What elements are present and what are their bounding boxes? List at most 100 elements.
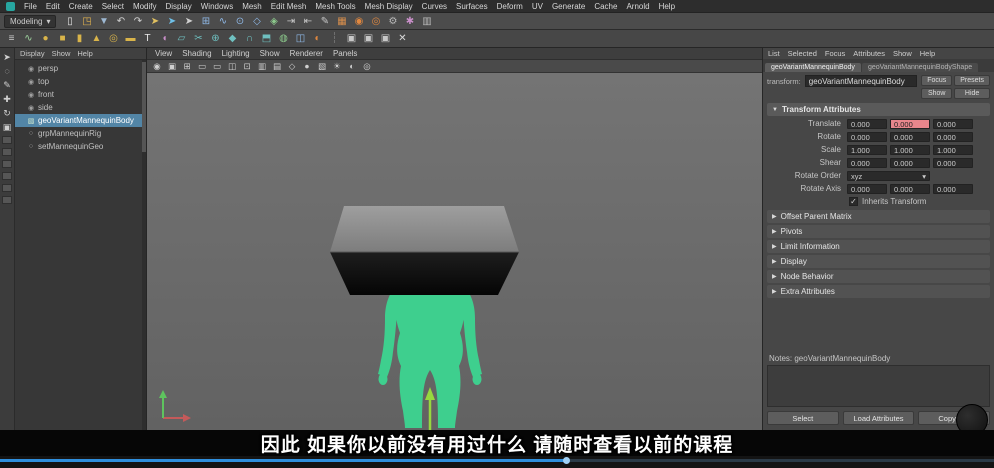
outliner-item-geovariantmannequinbody[interactable]: ▧ geoVariantMannequinBody — [15, 114, 146, 127]
video-playhead[interactable] — [562, 457, 570, 464]
menu-item[interactable]: Modify — [133, 2, 157, 11]
show-button[interactable]: Show — [921, 88, 953, 99]
attribute-editor-menu-item[interactable]: Help — [920, 49, 935, 58]
menu-item[interactable]: Create — [69, 2, 93, 11]
vp-gate-mask-icon[interactable]: ◫ — [226, 61, 238, 72]
multi-cut-icon[interactable]: ✂ — [191, 31, 206, 46]
scale-y-field[interactable]: 1.000 — [890, 144, 930, 155]
poly-torus-icon[interactable]: ◎ — [106, 31, 121, 46]
cube-head[interactable] — [330, 206, 519, 295]
layout-shortcut-single[interactable] — [2, 136, 12, 144]
ae-tab-transform[interactable]: geoVariantMannequinBody — [765, 63, 861, 72]
vp-grid-icon[interactable]: ⊞ — [181, 61, 193, 72]
construction-history-icon[interactable]: ✎ — [317, 14, 332, 29]
undo-icon[interactable]: ↶ — [113, 14, 128, 29]
move-manipulator-y-axis-icon[interactable] — [425, 387, 435, 430]
menu-item[interactable]: UV — [532, 2, 543, 11]
menu-item[interactable]: Curves — [422, 2, 447, 11]
close-icon[interactable]: ✕ — [395, 31, 410, 46]
menu-item[interactable]: Windows — [201, 2, 233, 11]
snap-curve-icon[interactable]: ∿ — [215, 14, 230, 29]
menu-item[interactable]: File — [24, 2, 37, 11]
paint-select-tool-icon[interactable]: ✎ — [0, 78, 15, 92]
redo-icon[interactable]: ↷ — [130, 14, 145, 29]
paint-effects-icon[interactable]: ✱ — [402, 14, 417, 29]
sculpt-tool-icon[interactable]: ◖ — [157, 31, 172, 46]
menu-item[interactable]: Arnold — [626, 2, 649, 11]
collapsed-section-header[interactable]: ▶ Pivots — [767, 225, 990, 238]
boolean-icon[interactable]: ◐ — [310, 31, 325, 46]
rotate-axis-z-field[interactable]: 0.000 — [933, 183, 973, 194]
outliner-item-front[interactable]: ◉ front — [15, 88, 146, 101]
move-tool-icon[interactable]: ✚ — [0, 92, 15, 106]
vp-select-camera-icon[interactable]: ◉ — [151, 61, 163, 72]
focus-button[interactable]: Focus — [921, 75, 953, 86]
shear-z-field[interactable]: 0.000 — [933, 157, 973, 168]
bridge-icon[interactable]: ∩ — [242, 31, 257, 46]
attribute-editor-menu-item[interactable]: List — [768, 49, 780, 58]
rotate-y-field[interactable]: 0.000 — [890, 131, 930, 142]
vp-wireframe-icon[interactable]: ◇ — [286, 61, 298, 72]
separator-icon[interactable]: ┆ — [327, 31, 342, 46]
rotate-tool-icon[interactable]: ↻ — [0, 106, 15, 120]
vp-field-chart-icon[interactable]: ⊡ — [241, 61, 253, 72]
collapsed-section-header[interactable]: ▶ Offset Parent Matrix — [767, 210, 990, 223]
menu-item[interactable]: Edit Mesh — [271, 2, 307, 11]
collapsed-section-header[interactable]: ▶ Display — [767, 255, 990, 268]
viewport-menu-item[interactable]: Lighting — [222, 49, 250, 58]
menu-item[interactable]: Mesh — [242, 2, 262, 11]
node-name-field[interactable]: geoVariantMannequinBody — [804, 75, 918, 87]
translate-x-field[interactable]: 0.000 — [847, 118, 887, 129]
mirror-icon[interactable]: ◫ — [293, 31, 308, 46]
modeling-toolkit-toggle-icon[interactable]: ▣ — [344, 31, 359, 46]
channel-box-toggle-icon[interactable]: ▣ — [378, 31, 393, 46]
menu-set-dropdown[interactable]: Modeling ▾ — [4, 14, 57, 28]
select-tool-icon[interactable]: ➤ — [0, 50, 15, 64]
outliner-scrollbar[interactable] — [142, 60, 146, 430]
menu-item[interactable]: Mesh Tools — [315, 2, 355, 11]
rotate-z-field[interactable]: 0.000 — [933, 131, 973, 142]
outliner-menu-item[interactable]: Show — [52, 49, 71, 58]
vp-ao-icon[interactable]: ◎ — [361, 61, 373, 72]
attribute-editor-menu-item[interactable]: Selected — [788, 49, 817, 58]
collapsed-section-header[interactable]: ▶ Extra Attributes — [767, 285, 990, 298]
presets-button[interactable]: Presets — [954, 75, 990, 86]
outliner-item-setmannequingeo[interactable]: ○ setMannequinGeo — [15, 140, 146, 153]
vp-lights-icon[interactable]: ☀ — [331, 61, 343, 72]
inherits-transform-checkbox[interactable]: ✓ — [849, 197, 858, 206]
vp-film-gate-icon[interactable]: ▭ — [196, 61, 208, 72]
input-connections-icon[interactable]: ⇥ — [283, 14, 298, 29]
outliner-item-persp[interactable]: ◉ persp — [15, 62, 146, 75]
vp-lock-camera-icon[interactable]: ▣ — [166, 61, 178, 72]
rotate-x-field[interactable]: 0.000 — [847, 131, 887, 142]
outliner-item-grpmannequinrig[interactable]: ○ grpMannequinRig — [15, 127, 146, 140]
poly-plane-icon[interactable]: ▬ — [123, 31, 138, 46]
extrude-icon[interactable]: ⬒ — [259, 31, 274, 46]
snap-point-icon[interactable]: ⊙ — [232, 14, 247, 29]
layout-shortcut-four-view[interactable] — [2, 148, 12, 156]
curves-icon[interactable]: ∿ — [21, 31, 36, 46]
scale-tool-icon[interactable]: ▣ — [0, 120, 15, 134]
rotate-axis-y-field[interactable]: 0.000 — [890, 183, 930, 194]
scene-save-icon[interactable]: ▼ — [96, 14, 111, 29]
menu-item[interactable]: Display — [166, 2, 192, 11]
translate-z-field[interactable]: 0.000 — [933, 118, 973, 129]
scale-z-field[interactable]: 1.000 — [933, 144, 973, 155]
open-render-view-icon[interactable]: ▦ — [334, 14, 349, 29]
viewport-menu-item[interactable]: Shading — [182, 49, 211, 58]
attribute-editor-toggle-icon[interactable]: ▣ — [361, 31, 376, 46]
scale-x-field[interactable]: 1.000 — [847, 144, 887, 155]
vp-textured-icon[interactable]: ▧ — [316, 61, 328, 72]
viewport-menu-item[interactable]: Renderer — [290, 49, 323, 58]
poly-sphere-icon[interactable]: ● — [38, 31, 53, 46]
snap-grid-icon[interactable]: ⊞ — [198, 14, 213, 29]
layout-shortcut-hypershade[interactable] — [2, 184, 12, 192]
select-by-component-icon[interactable]: ➤ — [181, 14, 196, 29]
select-button[interactable]: Select — [767, 411, 839, 425]
menu-item[interactable]: Edit — [46, 2, 60, 11]
bevel-icon[interactable]: ◆ — [225, 31, 240, 46]
hide-button[interactable]: Hide — [954, 88, 990, 99]
lasso-tool-icon[interactable]: ◌ — [0, 64, 15, 78]
menu-item[interactable]: Help — [659, 2, 675, 11]
poly-cube-icon[interactable]: ■ — [55, 31, 70, 46]
